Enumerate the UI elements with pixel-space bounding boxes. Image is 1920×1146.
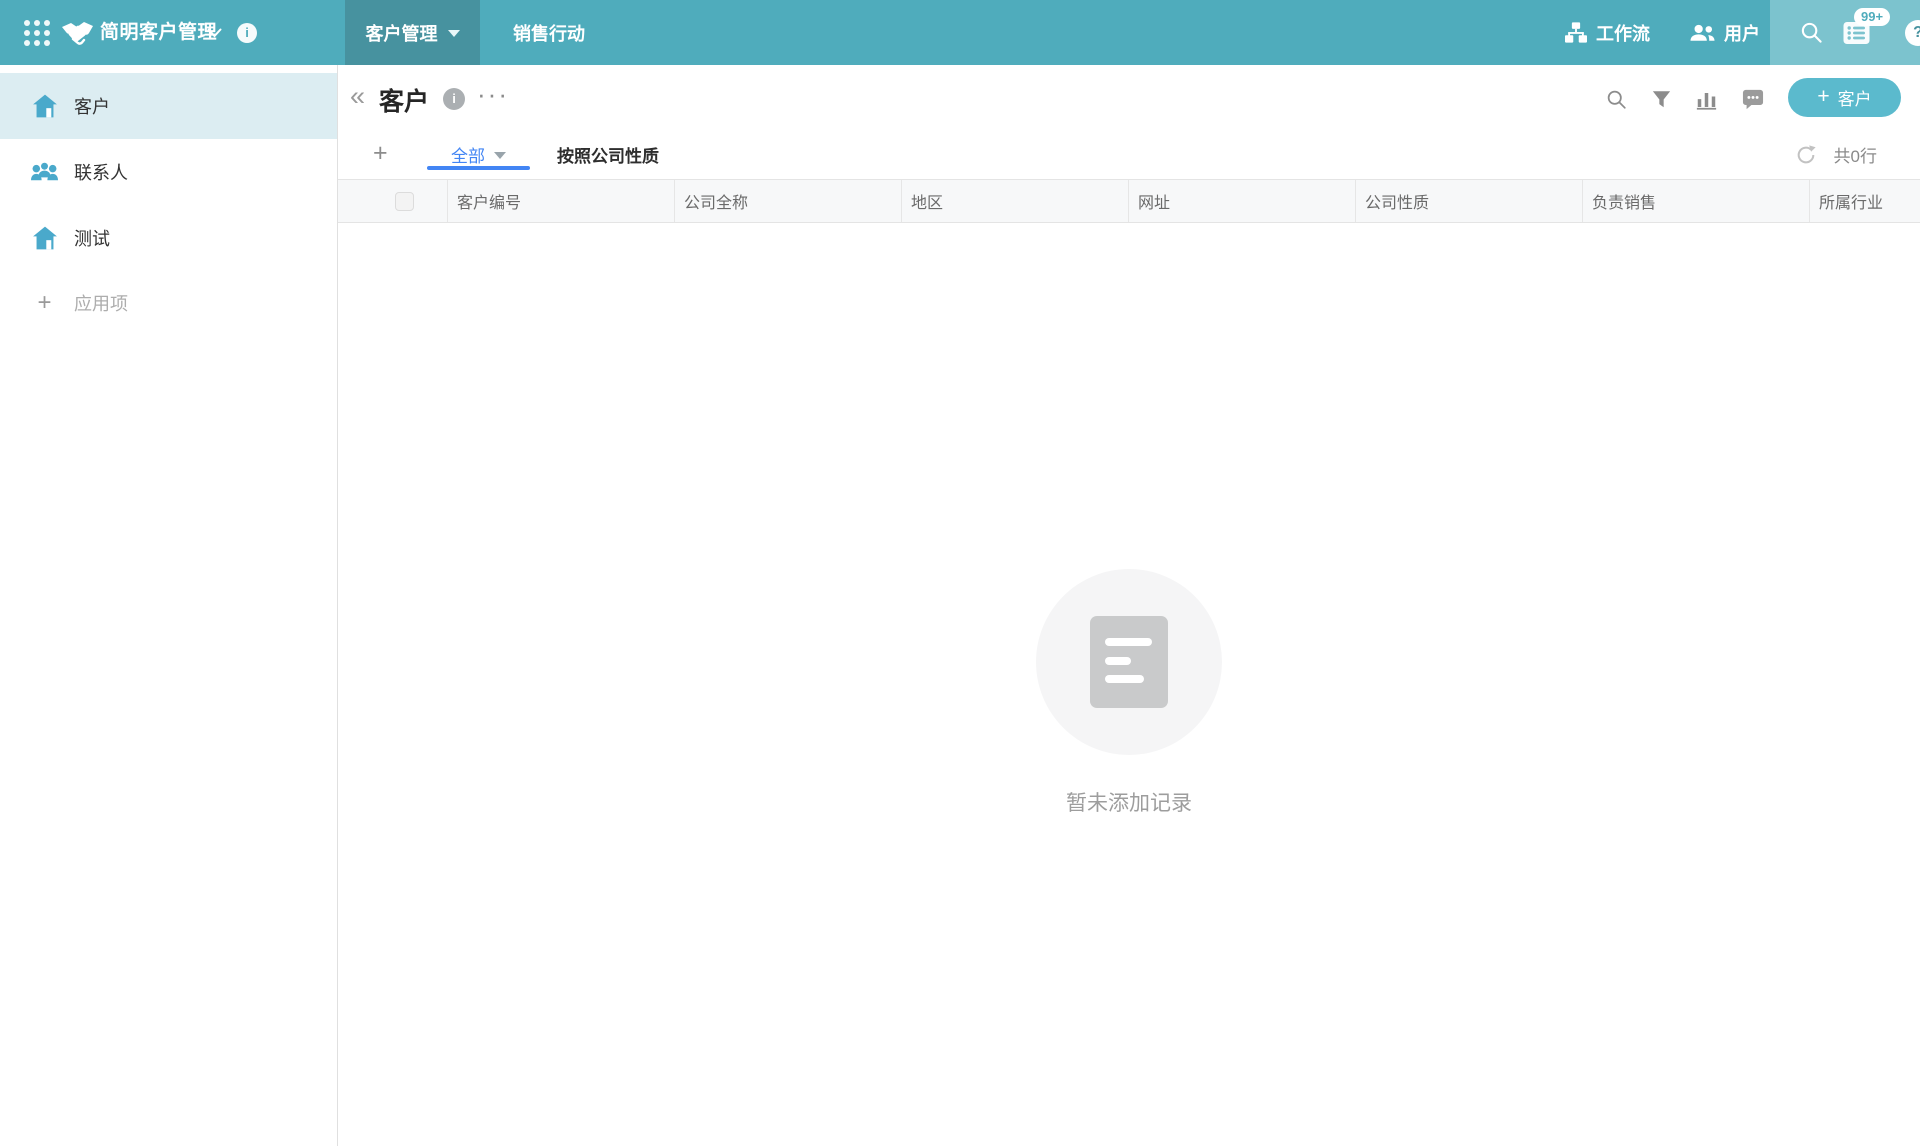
column-header-sales-owner[interactable]: 负责销售	[1583, 180, 1810, 222]
content-toolbar	[1606, 89, 1764, 110]
notifications-button[interactable]: 99+	[1843, 21, 1870, 50]
add-customer-label: 客户	[1838, 85, 1872, 110]
topbar-links: 工作流 用户	[1565, 0, 1760, 65]
house-icon	[31, 94, 58, 118]
empty-state-message: 暂未添加记录	[338, 787, 1920, 817]
handshake-logo-icon	[61, 19, 94, 46]
app-info-icon[interactable]: i	[237, 23, 257, 43]
chevron-down-icon	[448, 30, 460, 37]
view-tab-all[interactable]: 全部	[427, 130, 530, 179]
sidebar-add-app-label: 应用项	[74, 290, 128, 316]
view-tab-label: 全部	[451, 142, 485, 167]
content-header: « 客户 i ···	[338, 65, 1920, 130]
column-header-website[interactable]: 网址	[1129, 180, 1356, 222]
nav-tab-label: 销售行动	[513, 20, 585, 46]
filter-icon[interactable]	[1652, 90, 1671, 109]
sitemap-icon	[1565, 22, 1587, 43]
column-header-company-nature[interactable]: 公司性质	[1356, 180, 1583, 222]
workflow-label: 工作流	[1596, 20, 1650, 46]
plus-icon: +	[31, 291, 58, 315]
document-icon	[1090, 616, 1168, 708]
contacts-icon	[31, 161, 58, 184]
sidebar-item-label: 客户	[74, 93, 110, 119]
workflow-link[interactable]: 工作流	[1565, 20, 1650, 46]
add-view-button[interactable]: +	[373, 139, 388, 168]
sidebar-item-label: 测试	[74, 225, 110, 251]
collapse-sidebar-icon[interactable]: «	[350, 81, 365, 111]
sidebar-add-app-item[interactable]: + 应用项	[0, 271, 337, 335]
table-header: 客户编号 公司全称 地区 网址 公司性质 负责销售 所属行业	[338, 179, 1920, 223]
page-info-icon[interactable]: i	[443, 88, 465, 110]
nav-tab-sales-action[interactable]: 销售行动	[480, 0, 618, 65]
row-count-label: 共0行	[1834, 142, 1877, 167]
nav-tab-customer-management[interactable]: 客户管理	[345, 0, 480, 65]
help-icon[interactable]: ?	[1905, 20, 1920, 46]
column-header-customer-number[interactable]: 客户编号	[448, 180, 675, 222]
topbar-utility-section: 99+ ?	[1770, 0, 1920, 65]
more-icon[interactable]: ···	[477, 79, 509, 110]
main-content: « 客户 i ···	[338, 65, 1920, 1146]
sidebar-item-test[interactable]: 测试	[0, 205, 337, 271]
sidebar-item-label: 联系人	[74, 159, 128, 185]
sidebar-item-contacts[interactable]: 联系人	[0, 139, 337, 205]
nav-tab-label: 客户管理	[366, 20, 438, 46]
app-name[interactable]: 简明客户管理	[100, 0, 217, 65]
notification-badge: 99+	[1854, 8, 1890, 26]
column-header-region[interactable]: 地区	[902, 180, 1129, 222]
plus-icon: +	[1817, 86, 1829, 107]
chevron-down-icon[interactable]	[207, 28, 222, 38]
page-title: 客户	[379, 82, 429, 118]
view-tab-label: 按照公司性质	[557, 142, 659, 167]
sidebar: 客户 联系人	[0, 65, 338, 1146]
house-icon	[31, 226, 58, 250]
bar-chart-icon[interactable]	[1696, 90, 1717, 110]
select-all-checkbox[interactable]	[395, 192, 414, 211]
search-icon[interactable]	[1800, 21, 1823, 44]
users-label: 用户	[1724, 20, 1760, 46]
add-customer-button[interactable]: + 客户	[1788, 78, 1901, 117]
column-header-company-name[interactable]: 公司全称	[675, 180, 902, 222]
select-all-cell	[338, 180, 448, 222]
view-tab-by-company-nature[interactable]: 按照公司性质	[557, 130, 659, 179]
sidebar-item-customers[interactable]: 客户	[0, 73, 337, 139]
users-link[interactable]: 用户	[1690, 20, 1760, 46]
refresh-icon[interactable]	[1795, 144, 1817, 166]
column-header-industry[interactable]: 所属行业	[1810, 180, 1920, 222]
topbar: 简明客户管理 i 客户管理 销售行动 工作流	[0, 0, 1920, 65]
app-grid-icon[interactable]	[24, 20, 50, 46]
users-icon	[1690, 24, 1715, 42]
row-count-area: 共0行	[1795, 130, 1877, 179]
view-tabs-row: + 全部 按照公司性质 共0行	[338, 130, 1920, 179]
search-icon[interactable]	[1606, 89, 1627, 110]
comment-icon[interactable]	[1742, 89, 1764, 110]
empty-state-illustration	[1036, 569, 1222, 755]
chevron-down-icon	[494, 152, 506, 159]
